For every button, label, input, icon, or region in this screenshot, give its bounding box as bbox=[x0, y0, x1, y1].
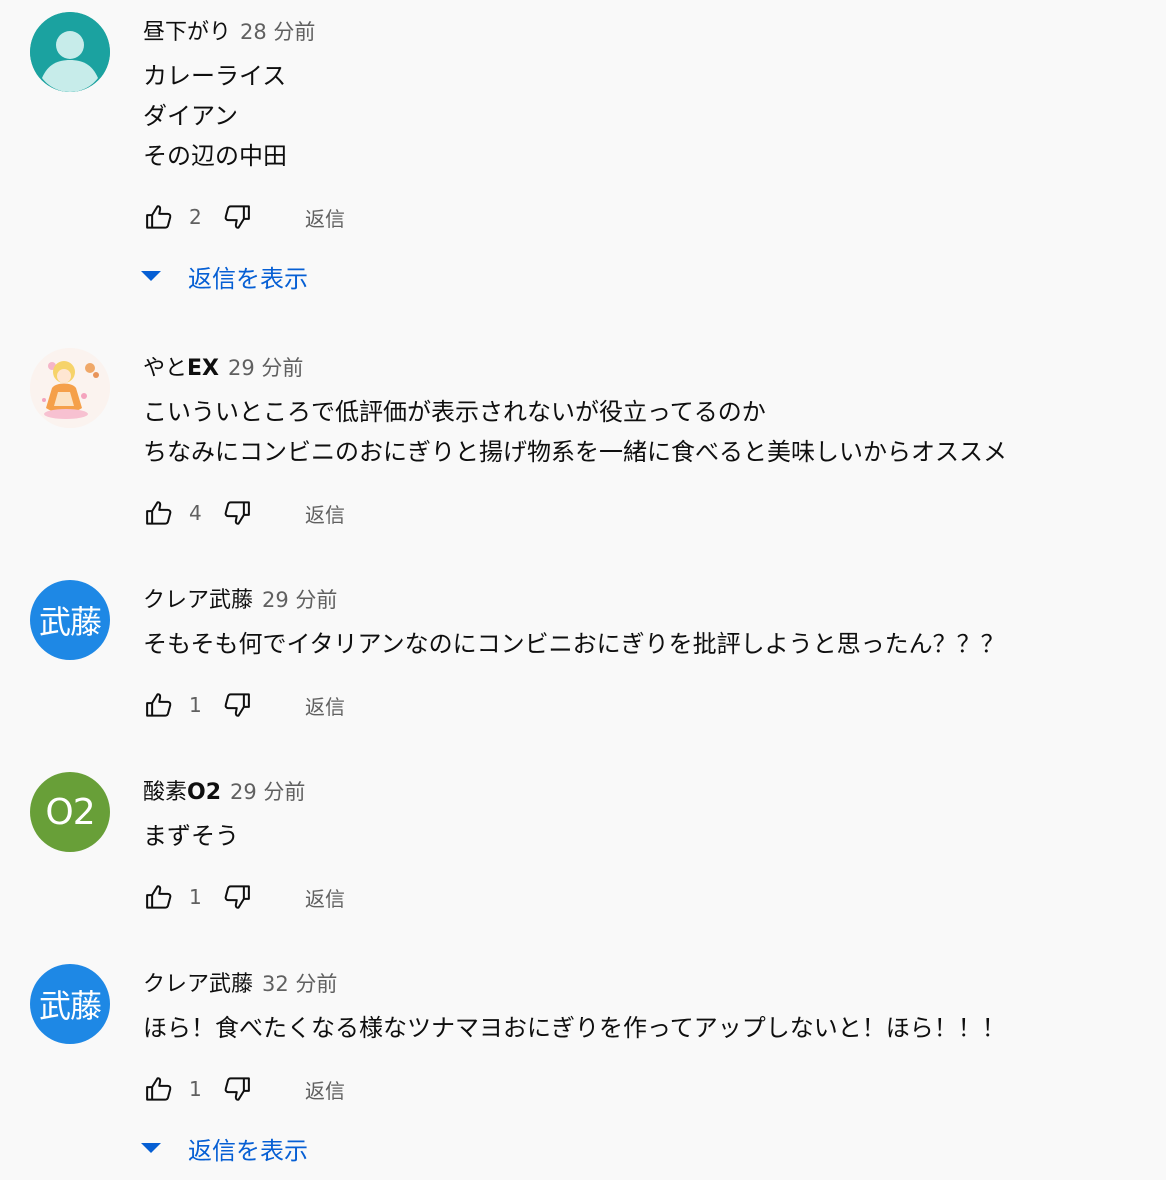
thumb-down-icon bbox=[224, 501, 250, 525]
reply-button[interactable]: 返信 bbox=[305, 691, 345, 720]
like-button[interactable] bbox=[143, 1073, 175, 1105]
timestamp[interactable]: 29 分前 bbox=[228, 352, 303, 382]
reply-button[interactable]: 返信 bbox=[305, 203, 345, 232]
like-button[interactable] bbox=[143, 497, 175, 529]
like-count: 1 bbox=[189, 693, 202, 717]
thumb-up-icon bbox=[146, 501, 172, 525]
comment-text: ほら！食べたくなる様なツナマヨおにぎりを作ってアップしないと！ほら！！！ bbox=[143, 1008, 1006, 1048]
comment-text: そもそも何でイタリアンなのにコンビニおにぎりを批評しようと思ったん？？？ bbox=[143, 624, 1005, 664]
anime-avatar-image bbox=[30, 348, 110, 428]
comment-line: ダイアン bbox=[143, 102, 239, 130]
caret-down-icon bbox=[141, 271, 161, 281]
comment-line: ちなみにコンビニのおにぎりと揚げ物系を一緒に食べると美味しいからオススメ bbox=[143, 438, 1007, 466]
like-button[interactable] bbox=[143, 201, 175, 233]
comment-text: まずそう bbox=[143, 816, 239, 856]
dislike-button[interactable] bbox=[221, 201, 253, 233]
comment-actions: 1 返信 bbox=[143, 688, 345, 722]
avatar[interactable]: O2 bbox=[30, 772, 110, 852]
avatar-initials: 武藤 bbox=[38, 987, 102, 1025]
show-replies-label: 返信を表示 bbox=[188, 1136, 308, 1165]
like-count: 4 bbox=[189, 501, 202, 525]
caret-down-icon bbox=[141, 1143, 161, 1153]
like-button[interactable] bbox=[143, 881, 175, 913]
show-replies-button[interactable]: 返信を表示 bbox=[140, 1130, 308, 1166]
comment-header: 昼下がり 28 分前 bbox=[143, 14, 315, 48]
author-name[interactable]: やとEX bbox=[143, 350, 219, 382]
comment-actions: 4 返信 bbox=[143, 496, 345, 530]
thumb-up-icon bbox=[146, 205, 172, 229]
author-name[interactable]: クレア武藤 bbox=[143, 582, 253, 614]
like-button[interactable] bbox=[143, 689, 175, 721]
reply-button[interactable]: 返信 bbox=[305, 499, 345, 528]
thumb-down-icon bbox=[224, 693, 250, 717]
comment-header: やとEX 29 分前 bbox=[143, 350, 303, 384]
avatar-initials: O2 bbox=[45, 791, 95, 833]
comment-header: クレア武藤 29 分前 bbox=[143, 582, 337, 616]
comment-actions: 1 返信 bbox=[143, 880, 345, 914]
comment-actions: 2 返信 bbox=[143, 200, 345, 234]
thumb-down-icon bbox=[224, 885, 250, 909]
like-count: 2 bbox=[189, 205, 202, 229]
thumb-up-icon bbox=[146, 693, 172, 717]
show-replies-label: 返信を表示 bbox=[188, 264, 308, 293]
thumb-down-icon bbox=[224, 205, 250, 229]
author-name-prefix: やと bbox=[143, 356, 188, 381]
avatar-initials: 武藤 bbox=[38, 603, 102, 641]
comment-line: まずそう bbox=[143, 822, 239, 850]
comment-actions: 1 返信 bbox=[143, 1072, 345, 1106]
comment-header: 酸素O2 29 分前 bbox=[143, 774, 305, 808]
like-count: 1 bbox=[189, 1077, 202, 1101]
avatar[interactable] bbox=[30, 12, 110, 92]
dislike-button[interactable] bbox=[221, 1073, 253, 1105]
comment-text: こいういところで低評価が表示されないが役立ってるのかちなみにコンビニのおにぎりと… bbox=[143, 392, 1007, 472]
timestamp[interactable]: 29 分前 bbox=[262, 584, 337, 614]
author-name[interactable]: 酸素O2 bbox=[143, 774, 221, 806]
show-replies-button[interactable]: 返信を表示 bbox=[140, 258, 308, 294]
default-avatar-icon bbox=[30, 12, 110, 92]
comment-line: そもそも何でイタリアンなのにコンビニおにぎりを批評しようと思ったん？？？ bbox=[143, 630, 1005, 658]
author-name[interactable]: 昼下がり bbox=[143, 14, 231, 46]
comment-line: こいういところで低評価が表示されないが役立ってるのか bbox=[143, 398, 766, 426]
comment-text: カレーライス ダイアンその辺の中田 bbox=[143, 56, 287, 176]
comment-line: その辺の中田 bbox=[143, 142, 287, 170]
like-count: 1 bbox=[189, 885, 202, 909]
author-name[interactable]: クレア武藤 bbox=[143, 966, 253, 998]
thumb-up-icon bbox=[146, 1077, 172, 1101]
reply-button[interactable]: 返信 bbox=[305, 883, 345, 912]
comment-line: ほら！食べたくなる様なツナマヨおにぎりを作ってアップしないと！ほら！！！ bbox=[143, 1014, 1006, 1042]
thumb-down-icon bbox=[224, 1077, 250, 1101]
avatar[interactable]: 武藤 bbox=[30, 964, 110, 1044]
thumb-up-icon bbox=[146, 885, 172, 909]
author-name-bold: O2 bbox=[187, 780, 222, 805]
timestamp[interactable]: 32 分前 bbox=[262, 968, 337, 998]
timestamp[interactable]: 29 分前 bbox=[230, 776, 305, 806]
comment-line: カレーライス bbox=[143, 62, 287, 90]
comment-header: クレア武藤 32 分前 bbox=[143, 966, 337, 1000]
avatar[interactable]: 武藤 bbox=[30, 580, 110, 660]
avatar[interactable] bbox=[30, 348, 110, 428]
dislike-button[interactable] bbox=[221, 881, 253, 913]
dislike-button[interactable] bbox=[221, 497, 253, 529]
author-name-prefix: 酸素 bbox=[143, 780, 188, 805]
timestamp[interactable]: 28 分前 bbox=[240, 16, 315, 46]
dislike-button[interactable] bbox=[221, 689, 253, 721]
reply-button[interactable]: 返信 bbox=[305, 1075, 345, 1104]
author-name-bold: EX bbox=[187, 356, 220, 381]
